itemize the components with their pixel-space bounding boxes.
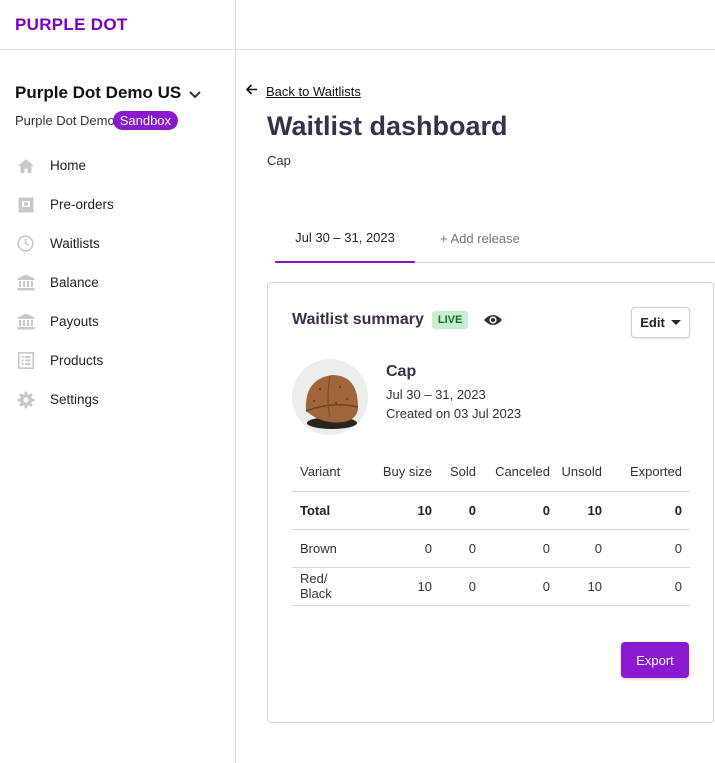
table-cell: Total — [292, 491, 366, 530]
sidebar-item-balance[interactable]: Balance — [0, 263, 235, 302]
page-title: Waitlist dashboard — [267, 111, 508, 141]
column-header: Sold — [440, 453, 484, 492]
sidebar-item-label: Balance — [50, 275, 99, 290]
sidebar-item-products[interactable]: Products — [0, 341, 235, 380]
export-button[interactable]: Export — [621, 642, 689, 678]
table-cell: 0 — [610, 529, 690, 568]
eye-icon[interactable] — [483, 313, 503, 327]
product-created: Created on 03 Jul 2023 — [386, 406, 522, 421]
pre-orders-icon — [16, 195, 35, 214]
table-cell: 0 — [558, 529, 610, 568]
table-row: Red/ Black 10 0 0 10 0 — [292, 567, 690, 606]
status-badge: LIVE — [431, 311, 469, 329]
sidebar-item-home[interactable]: Home — [0, 146, 235, 185]
column-header: Unsold — [558, 453, 610, 492]
sidebar-item-label: Home — [50, 158, 87, 173]
list-icon — [16, 351, 35, 370]
table-cell: Red/ Black — [292, 567, 366, 606]
product-image — [292, 359, 368, 435]
caret-down-icon — [670, 320, 681, 325]
sidebar-item-payouts[interactable]: Payouts — [0, 302, 235, 341]
table-cell: 10 — [366, 491, 440, 530]
brand-logo[interactable]: PURPLE DOT — [15, 15, 128, 35]
product-dates: Jul 30 – 31, 2023 — [386, 387, 486, 402]
table-cell: 0 — [610, 491, 690, 530]
chevron-down-icon[interactable] — [189, 91, 201, 99]
column-header: Buy size — [366, 453, 440, 492]
table-cell: Brown — [292, 529, 366, 568]
sidebar-nav: Home Pre-orders Waitlists Balance Payout… — [0, 146, 235, 419]
table-row-total: Total 10 0 0 10 0 — [292, 491, 690, 530]
store-name: Purple Dot Demo US — [15, 83, 182, 102]
sidebar-item-label: Pre-orders — [50, 197, 114, 212]
sidebar-item-pre-orders[interactable]: Pre-orders — [0, 185, 235, 224]
tab-release-active[interactable]: Jul 30 – 31, 2023 — [275, 213, 415, 263]
top-bar — [237, 0, 715, 50]
table-cell: 0 — [484, 529, 558, 568]
page-subtitle: Cap — [267, 153, 291, 168]
table-header-row: Variant Buy size Sold Canceled Unsold Ex… — [292, 453, 690, 492]
column-header: Variant — [292, 453, 366, 492]
sidebar-item-waitlists[interactable]: Waitlists — [0, 224, 235, 263]
sidebar-item-label: Settings — [50, 392, 99, 407]
product-name: Cap — [386, 363, 417, 380]
column-header: Canceled — [484, 453, 558, 492]
card-title: Waitlist summary — [292, 311, 424, 328]
gear-icon — [16, 390, 35, 409]
table-cell: 0 — [610, 567, 690, 606]
table-cell: 0 — [484, 491, 558, 530]
sidebar-item-settings[interactable]: Settings — [0, 380, 235, 419]
table-cell: 0 — [484, 567, 558, 606]
arrow-left-icon — [245, 82, 258, 100]
table-cell: 10 — [558, 491, 610, 530]
variant-table: Variant Buy size Sold Canceled Unsold Ex… — [292, 453, 690, 606]
clock-icon — [16, 234, 35, 253]
table-cell: 0 — [366, 529, 440, 568]
store-switcher[interactable]: Purple Dot Demo US Purple Dot Demo Sandb… — [0, 50, 235, 131]
logo-bar: PURPLE DOT — [0, 0, 235, 50]
edit-label: Edit — [640, 315, 665, 330]
edit-button[interactable]: Edit — [631, 307, 690, 338]
waitlist-summary-card: Waitlist summary LIVE Edit Cap Jul 30 – … — [267, 282, 714, 723]
table-cell: 0 — [440, 529, 484, 568]
release-tabs: Jul 30 – 31, 2023 + Add release — [275, 213, 715, 263]
table-cell: 0 — [440, 567, 484, 606]
table-cell: 10 — [558, 567, 610, 606]
sandbox-badge: Sandbox — [112, 110, 179, 130]
sidebar: PURPLE DOT Purple Dot Demo US Purple Dot… — [0, 0, 236, 763]
sidebar-item-label: Payouts — [50, 314, 99, 329]
sidebar-item-label: Waitlists — [50, 236, 100, 251]
add-release-tab[interactable]: + Add release — [440, 213, 520, 263]
column-header: Exported — [610, 453, 690, 492]
table-cell: 10 — [366, 567, 440, 606]
back-to-waitlists-link[interactable]: Back to Waitlists — [245, 82, 361, 100]
card-header: Waitlist summary LIVE — [292, 311, 503, 329]
store-env-name: Purple Dot Demo — [15, 112, 115, 128]
home-icon — [16, 156, 35, 175]
product-info: Cap Jul 30 – 31, 2023 Created on 03 Jul … — [386, 363, 521, 421]
table-cell: 0 — [440, 491, 484, 530]
bank-icon — [16, 312, 35, 331]
sidebar-item-label: Products — [50, 353, 104, 368]
back-link-label: Back to Waitlists — [266, 83, 361, 99]
bank-icon — [16, 273, 35, 292]
main-content: Back to Waitlists Waitlist dashboard Cap… — [237, 50, 715, 763]
table-row: Brown 0 0 0 0 0 — [292, 529, 690, 568]
